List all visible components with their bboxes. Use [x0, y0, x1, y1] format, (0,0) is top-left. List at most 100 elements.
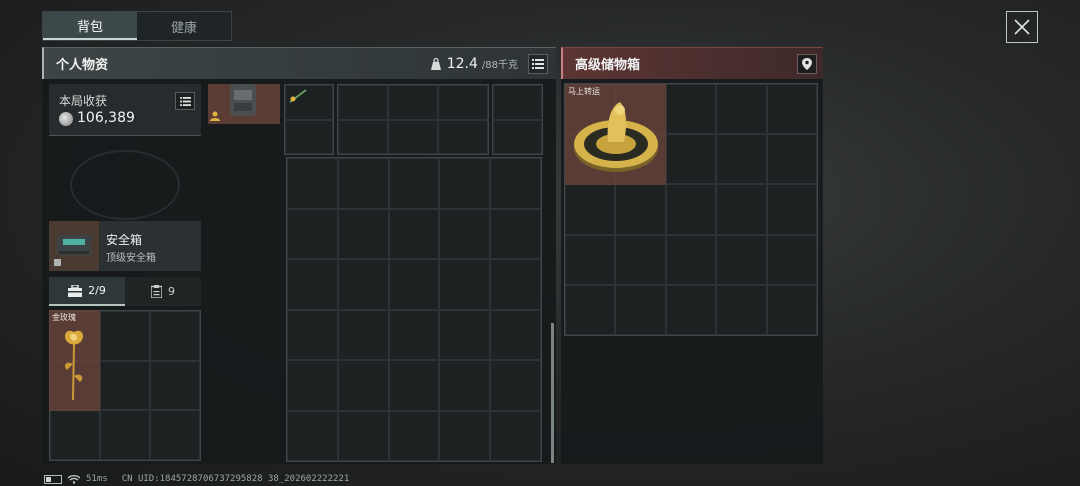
inventory-cell[interactable]: [565, 184, 616, 235]
inventory-cell[interactable]: [439, 259, 491, 310]
locate-button[interactable]: [797, 53, 817, 74]
inventory-cell[interactable]: [388, 309, 440, 360]
inventory-cell[interactable]: [490, 259, 541, 310]
inventory-cell[interactable]: [615, 234, 666, 285]
backpack-grid: [286, 157, 542, 462]
inventory-cell[interactable]: [150, 410, 200, 460]
close-button[interactable]: [1006, 11, 1038, 43]
vest-slots: [337, 84, 489, 155]
inventory-cell[interactable]: [337, 309, 389, 360]
location-pin-icon: [802, 57, 812, 70]
inventory-cell[interactable]: [665, 234, 717, 285]
weight-indicator: 12.4 /88千克: [429, 53, 556, 74]
inventory-cell[interactable]: [490, 410, 541, 461]
inventory-cell[interactable]: [490, 309, 541, 360]
tab-clipboard[interactable]: 9: [125, 277, 201, 306]
vest-slots: [492, 84, 543, 155]
inventory-cell[interactable]: [388, 158, 440, 209]
ping-value: 51ms: [86, 474, 108, 484]
container-tabs: 2/9 9: [49, 277, 201, 306]
tab-clipboard-count: 9: [168, 285, 175, 298]
inventory-cell[interactable]: [565, 284, 616, 335]
status-bar: 51ms CN UID:1845728706737295828 38_20260…: [44, 472, 349, 486]
inventory-cell[interactable]: [337, 208, 389, 259]
tab-backpack[interactable]: 背包: [43, 12, 137, 40]
inventory-cell[interactable]: [439, 410, 491, 461]
safe-box-name: 安全箱: [106, 233, 143, 247]
sort-button[interactable]: [528, 53, 548, 74]
inventory-cell[interactable]: [388, 208, 440, 259]
clipboard-icon: [151, 285, 162, 298]
inventory-cell[interactable]: [100, 410, 150, 460]
backpack-scrollbar[interactable]: [551, 323, 554, 463]
inventory-cell[interactable]: [665, 134, 717, 185]
earnings-detail-button[interactable]: [175, 92, 195, 110]
inventory-cell[interactable]: [490, 360, 541, 411]
inventory-cell[interactable]: [439, 208, 491, 259]
inventory-cell[interactable]: [766, 284, 817, 335]
inventory-cell[interactable]: [150, 311, 200, 361]
storage-title: 高级储物箱: [575, 58, 641, 73]
inventory-cell[interactable]: [285, 85, 333, 120]
inventory-cell[interactable]: [490, 158, 541, 209]
inventory-cell[interactable]: [615, 284, 666, 335]
inventory-cell[interactable]: [438, 119, 488, 154]
item-lucky-wheel[interactable]: 马上转运: [565, 84, 666, 185]
inventory-cell[interactable]: [716, 184, 767, 235]
inventory-cell[interactable]: [615, 184, 666, 235]
inventory-cell[interactable]: [665, 284, 717, 335]
list-icon: [532, 58, 544, 69]
inventory-cell[interactable]: [150, 360, 200, 411]
inventory-cell[interactable]: [338, 85, 388, 120]
inventory-cell[interactable]: [337, 410, 389, 461]
inventory-cell[interactable]: [388, 410, 440, 461]
inventory-cell[interactable]: [716, 284, 767, 335]
backpack-icon: [230, 84, 256, 116]
tab-toolbox[interactable]: 2/9: [49, 277, 125, 306]
inventory-cell[interactable]: [287, 208, 338, 259]
inventory-cell[interactable]: [439, 158, 491, 209]
inventory-cell[interactable]: [285, 119, 333, 154]
inventory-cell[interactable]: [287, 309, 338, 360]
inventory-cell[interactable]: [493, 119, 542, 154]
inventory-cell[interactable]: [766, 184, 817, 235]
inventory-cell[interactable]: [337, 158, 389, 209]
inventory-cell[interactable]: [493, 85, 542, 120]
inventory-cell[interactable]: [766, 84, 817, 135]
inventory-cell[interactable]: [439, 360, 491, 411]
inventory-cell[interactable]: [665, 84, 717, 135]
inventory-cell[interactable]: [287, 410, 338, 461]
inventory-cell[interactable]: [50, 410, 100, 460]
inventory-cell[interactable]: [287, 259, 338, 310]
inventory-cell[interactable]: [766, 134, 817, 185]
faction-emblem: [70, 150, 180, 220]
inventory-cell[interactable]: [490, 208, 541, 259]
inventory-cell[interactable]: [338, 119, 388, 154]
inventory-cell[interactable]: [766, 234, 817, 285]
inventory-cell[interactable]: [665, 184, 717, 235]
item-gold-rose[interactable]: 金玫瑰: [49, 310, 100, 411]
inventory-cell[interactable]: [388, 85, 438, 120]
safe-box[interactable]: 安全箱 顶级安全箱: [49, 221, 201, 271]
gold-rose-icon: [64, 330, 84, 401]
inventory-cell[interactable]: [287, 360, 338, 411]
backpack-slot[interactable]: [208, 84, 280, 124]
toolbox-icon: [68, 284, 83, 297]
inventory-cell[interactable]: [716, 84, 767, 135]
inventory-cell[interactable]: [100, 360, 150, 411]
inventory-cell[interactable]: [388, 119, 438, 154]
owner-icon: [210, 111, 220, 121]
inventory-cell[interactable]: [565, 234, 616, 285]
inventory-cell[interactable]: [388, 259, 440, 310]
inventory-cell[interactable]: [337, 259, 389, 310]
inventory-cell[interactable]: [438, 85, 488, 120]
safe-box-icon: [54, 235, 91, 266]
inventory-cell[interactable]: [337, 360, 389, 411]
inventory-cell[interactable]: [716, 234, 767, 285]
inventory-cell[interactable]: [439, 309, 491, 360]
tab-health[interactable]: 健康: [137, 12, 231, 40]
inventory-cell[interactable]: [388, 360, 440, 411]
inventory-cell[interactable]: [287, 158, 338, 209]
inventory-cell[interactable]: [100, 311, 150, 361]
inventory-cell[interactable]: [716, 134, 767, 185]
